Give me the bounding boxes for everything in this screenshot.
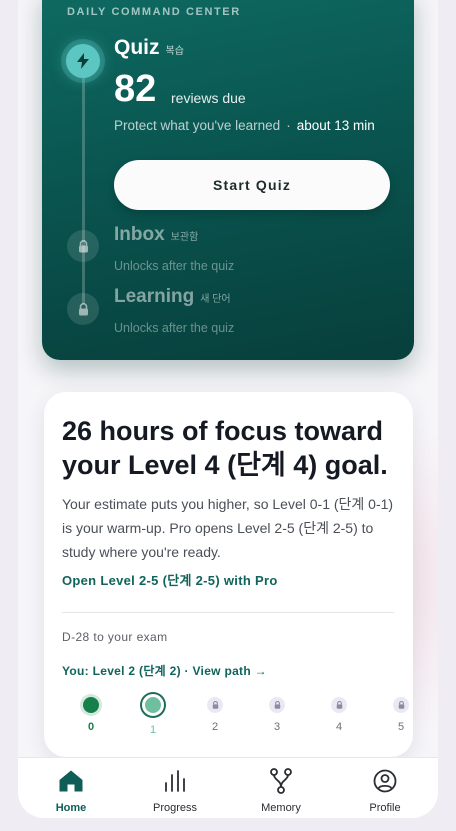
quiz-subtitle-text: Protect what you've learned — [114, 118, 281, 133]
lightning-icon — [66, 44, 100, 78]
tab-label: Memory — [261, 802, 301, 814]
lock-icon — [67, 230, 99, 262]
level-track: 0 1 2 3 4 5 — [44, 688, 413, 738]
reviews-label: reviews due — [171, 90, 246, 106]
app-screen: DAILY COMMAND CENTER Quiz 복습 82 reviews d… — [18, 0, 438, 818]
lock-icon — [269, 697, 285, 713]
branch-icon — [239, 768, 323, 794]
tab-label: Progress — [152, 802, 198, 814]
level-step-5: 5 — [381, 688, 421, 733]
quiz-title: Quiz — [114, 36, 160, 59]
command-center-eyebrow: DAILY COMMAND CENTER — [67, 6, 241, 18]
level-step-2: 2 — [195, 688, 235, 733]
quiz-title-ko: 복습 — [165, 46, 184, 57]
quiz-time-estimate: about 13 min — [296, 118, 375, 133]
level-current-dot — [142, 694, 164, 716]
quiz-subtitle: Protect what you've learned · about 13 min — [114, 118, 375, 133]
tab-home[interactable]: Home — [29, 768, 113, 814]
tab-profile[interactable]: Profile — [343, 768, 427, 814]
home-icon — [29, 768, 113, 794]
level-label: 3 — [273, 721, 281, 733]
quiz-step-title: Quiz 복습 — [114, 36, 184, 60]
card-divider — [62, 612, 394, 613]
view-path-link[interactable]: You: Level 2 (단계 2) · View path → — [62, 662, 267, 679]
learning-status: Unlocks after the quiz — [114, 321, 235, 335]
focus-goal-card: 26 hours of focus toward your Level 4 (단… — [44, 392, 413, 757]
focus-body: Your estimate puts you higher, so Level … — [62, 496, 394, 560]
reviews-count: 82 — [114, 68, 157, 110]
learning-title: Learning — [114, 286, 195, 307]
user-circle-icon — [343, 768, 427, 794]
focus-title: 26 hours of focus toward your Level 4 (단… — [62, 416, 388, 480]
level-step-1: 1 — [133, 688, 173, 736]
subtitle-separator: · — [286, 118, 291, 133]
level-step-3: 3 — [257, 688, 297, 733]
lock-icon — [331, 697, 347, 713]
level-step-0: 0 — [71, 688, 111, 733]
level-done-dot — [83, 697, 99, 713]
tab-label: Home — [55, 802, 87, 814]
start-quiz-button[interactable]: Start Quiz — [114, 160, 390, 210]
lock-icon — [67, 293, 99, 325]
level-label: 5 — [397, 721, 405, 733]
level-label: 1 — [149, 724, 157, 736]
level-label: 0 — [87, 721, 95, 733]
exam-countdown: D-28 to your exam — [62, 630, 168, 644]
open-pro-link[interactable]: Open Level 2-5 (단계 2-5) with Pro — [62, 570, 278, 589]
learning-title-ko: 새 단어 — [200, 294, 231, 305]
lock-icon — [393, 697, 409, 713]
tab-progress[interactable]: Progress — [133, 768, 217, 814]
level-label: 4 — [335, 721, 343, 733]
bar-chart-icon — [133, 768, 217, 794]
level-step-4: 4 — [319, 688, 359, 733]
tab-memory[interactable]: Memory — [239, 768, 323, 814]
daily-command-center: DAILY COMMAND CENTER Quiz 복습 82 reviews d… — [42, 0, 414, 360]
learning-step-title[interactable]: Learning 새 단어 — [114, 286, 231, 308]
inbox-title-ko: 보관함 — [170, 232, 199, 243]
inbox-title: Inbox — [114, 224, 165, 245]
inbox-status: Unlocks after the quiz — [114, 259, 235, 273]
lock-icon — [207, 697, 223, 713]
inbox-step-title[interactable]: Inbox 보관함 — [114, 224, 198, 246]
tab-label: Profile — [369, 802, 401, 814]
bottom-tab-bar: Home Progress Memory Profile — [18, 757, 438, 818]
step-rail — [82, 68, 85, 304]
level-label: 2 — [211, 721, 219, 733]
